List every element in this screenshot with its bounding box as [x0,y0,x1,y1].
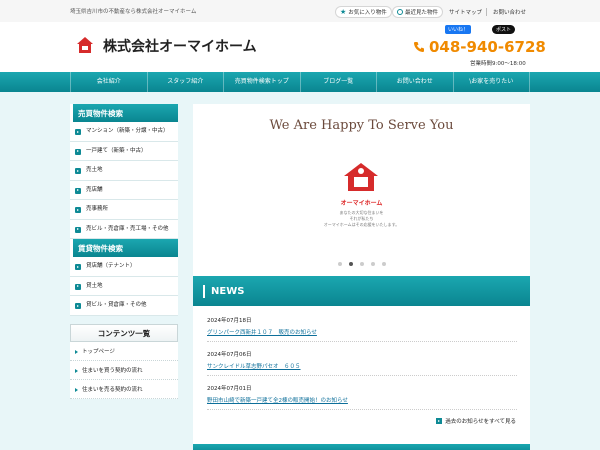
news-link[interactable]: 野田市山崎で新築一戸建て全2棟の販売開始！のお知らせ [207,396,517,404]
news-link[interactable]: サンクレイドル草志野パセオ ６０５ [207,362,517,370]
nav-item-sell-home[interactable]: \お家を売りたい [452,72,530,92]
heading-bar [203,284,205,298]
news-list: 2024年07月18日 グリンパーク西新井１０７ 販売のお知らせ 2024年07… [193,306,530,436]
news-date: 2024年07月18日 [207,318,252,324]
contents-item-buy-flow[interactable]: 住まいを買う契約の流れ [70,360,178,380]
sidebar-item-mansion[interactable]: マンション（新築・分譲・中古） [70,122,178,142]
main-nav: 会社紹介 スタッフ紹介 売買物件検索トップ ブログ一覧 お問い合わせ \お家を売… [0,72,600,92]
nav-list: 会社紹介 スタッフ紹介 売買物件検索トップ ブログ一覧 お問い合わせ \お家を売… [70,72,530,92]
nav-item-blog[interactable]: ブログ一覧 [299,72,377,92]
sitemap-link[interactable]: サイトマップ [449,8,482,16]
slider-dots [193,262,530,266]
site-title[interactable]: 株式会社オーマイホーム [103,36,257,56]
news-date: 2024年07月06日 [207,352,252,358]
sidebar-item-label: 売店舗 [86,186,103,193]
contents-item-label: 住まいを買う契約の流れ [82,367,143,374]
arrow-right-icon [436,418,443,424]
nav-item-staff[interactable]: スタッフ紹介 [146,72,224,92]
phone-text: 048-940-6728 [429,38,546,56]
triangle-icon [75,368,78,373]
rent-search-heading: 賃貸物件検索 [70,239,178,258]
sidebar-item-rent-store[interactable]: 貸店舗（テナント） [70,257,178,277]
top-bar: 埼玉県吉川市の不動産なら株式会社オーマイホーム ★ お気に入り物件 最近見た物件… [0,0,600,22]
sidebar-item-rent-land[interactable]: 貸土地 [70,276,178,297]
contents-item-sell-flow[interactable]: 住まいを売る契約の流れ [70,379,178,399]
facebook-like-button[interactable]: いいね！ [445,25,472,34]
house-logo-icon [344,163,378,191]
hero-title: We Are Happy To Serve You [269,118,454,133]
arrow-right-icon [75,168,81,175]
phone-number[interactable]: 048-940-6728 [413,38,546,56]
contents-item-label: トップページ [82,348,115,355]
sidebar-item-label: マンション（新築・分譲・中古） [86,128,169,134]
arrow-right-icon [75,187,81,194]
favorites-label: お気に入り物件 [348,10,387,16]
sidebar-item-building[interactable]: 売ビル・売倉庫・売工場・その他 [70,219,178,240]
sidebar-item-land[interactable]: 売土地 [70,161,178,181]
sidebar-item-store[interactable]: 売店舗 [70,180,178,201]
news-item: 2024年07月18日 グリンパーク西新井１０７ 販売のお知らせ [207,316,517,342]
sale-search-heading: 売買物件検索 [70,104,178,122]
contents-item-top[interactable]: トップページ [70,341,178,361]
news-more-label: 過去のお知らせをすべて見る [445,419,516,425]
news-more-link[interactable]: 過去のお知らせをすべて見る [436,417,516,425]
sidebar: 売買物件検索 マンション（新築・分譲・中古） 一戸建て（新築・中古） 売土地 売… [70,104,178,399]
arrow-right-icon [75,303,81,310]
main-content: We Are Happy To Serve You オーマイホーム あなたの大切… [193,104,530,450]
arrow-right-icon [75,148,81,155]
next-section-heading [193,444,530,450]
x-post-button[interactable]: ポスト [492,25,516,34]
contents-heading: コンテンツ一覧 [70,323,178,342]
sidebar-item-label: 貸店舗（テナント） [86,263,136,270]
arrow-right-icon [75,264,81,271]
recent-label: 最近見た物件 [405,10,439,16]
nav-item-contact[interactable]: お問い合わせ [376,72,453,92]
arrow-right-icon [75,207,81,214]
sidebar-item-label: 売土地 [86,167,103,174]
news-item: 2024年07月06日 サンクレイドル草志野パセオ ６０５ [207,350,517,376]
sidebar-item-office[interactable]: 売事務所 [70,200,178,220]
nav-item-sale-search[interactable]: 売買物件検索トップ [223,72,300,92]
business-hours: 営業時間9:00～18:00 [470,61,526,67]
slider-dot[interactable] [359,262,364,266]
hero-copy: あなたの大切な住まいを それが私たち オーマイホームはその応援をいたします。 [323,210,400,227]
news-date: 2024年07月01日 [207,386,252,392]
like-label: いいね！ [448,27,469,33]
news-item: 2024年07月01日 野田市山崎で新築一戸建て全2棟の販売開始！のお知らせ [207,384,517,410]
nav-item-company[interactable]: 会社紹介 [70,72,147,92]
tagline: 埼玉県吉川市の不動産なら株式会社オーマイホーム [70,9,197,15]
triangle-icon [75,387,78,392]
clock-icon [397,9,403,15]
triangle-icon [75,349,78,354]
sidebar-item-rent-building[interactable]: 貸ビル・貸倉庫・その他 [70,296,178,316]
slider-dot[interactable] [348,262,353,266]
post-label: ポスト [496,27,512,33]
contents-item-label: 住まいを売る契約の流れ [82,386,143,393]
phone-icon [414,42,424,52]
sidebar-item-house[interactable]: 一戸建て（新築・中古） [70,141,178,162]
arrow-right-icon [75,129,81,135]
sidebar-item-label: 一戸建て（新築・中古） [86,147,147,154]
favorites-button[interactable]: ★ お気に入り物件 [335,6,392,18]
company-logo[interactable] [76,36,94,54]
slider-dot[interactable] [381,262,386,266]
news-title: NEWS [211,285,245,297]
news-link[interactable]: グリンパーク西新井１０７ 販売のお知らせ [207,328,517,336]
sidebar-item-label: 貸ビル・貸倉庫・その他 [86,302,147,309]
sidebar-item-label: 売事務所 [86,206,109,213]
arrow-right-icon [75,226,81,233]
sidebar-item-label: 売ビル・売倉庫・売工場・その他 [86,225,169,232]
hero-brand: オーマイホーム [340,200,383,207]
hero-slider[interactable]: We Are Happy To Serve You オーマイホーム あなたの大切… [193,104,530,274]
slider-dot[interactable] [337,262,342,266]
arrow-right-icon [75,283,81,290]
news-heading: NEWS [193,276,530,306]
contact-link[interactable]: お問い合わせ [486,8,526,16]
star-icon: ★ [340,8,347,16]
sidebar-item-label: 貸土地 [86,282,103,289]
slider-dot[interactable] [370,262,375,266]
recent-button[interactable]: 最近見た物件 [392,6,444,18]
